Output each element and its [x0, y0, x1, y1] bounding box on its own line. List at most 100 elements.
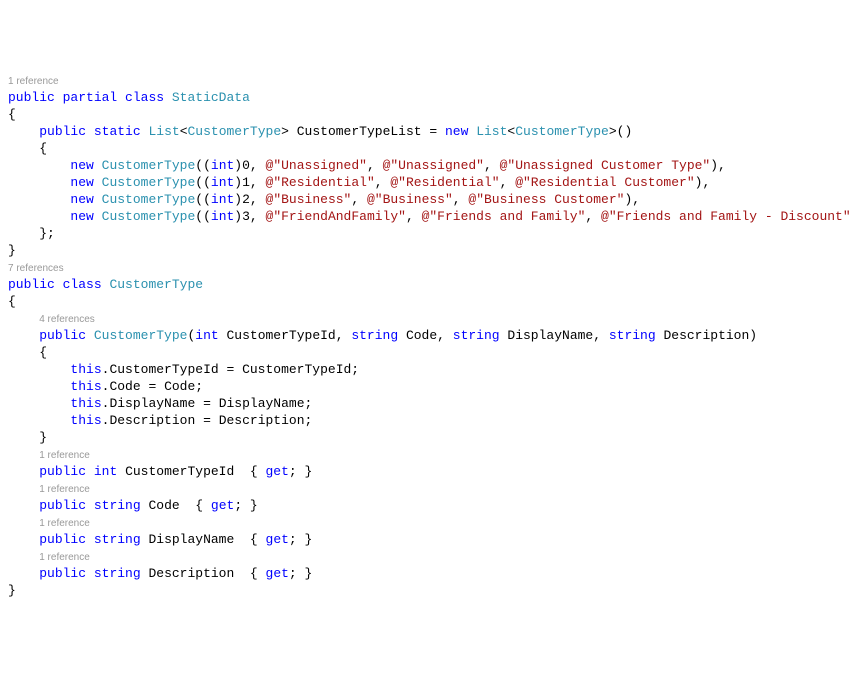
keyword-new: new: [70, 192, 93, 207]
get-close: ; }: [289, 532, 312, 547]
keyword-public: public: [8, 277, 55, 292]
paren-close: ): [624, 124, 632, 139]
type-customertype: CustomerType: [102, 158, 196, 173]
num-3: 3: [242, 209, 250, 224]
param-code: Code: [164, 379, 195, 394]
comma: ,: [367, 158, 383, 173]
comma: ,: [250, 175, 266, 190]
keyword-public: public: [39, 532, 86, 547]
angle-gt: >: [281, 124, 289, 139]
prop-display: DisplayName: [109, 396, 195, 411]
num-0: 0: [242, 158, 250, 173]
type-customertype: CustomerType: [102, 192, 196, 207]
keyword-this: this: [70, 413, 101, 428]
comma: ,: [351, 192, 367, 207]
get-open: {: [242, 532, 265, 547]
brace-open: {: [39, 345, 47, 360]
keyword-int: int: [211, 175, 234, 190]
keyword-string: string: [609, 328, 656, 343]
paren-open: (: [195, 192, 203, 207]
comma: ,: [500, 175, 516, 190]
paren-close: ): [234, 192, 242, 207]
get-open: {: [242, 464, 265, 479]
brace-open: {: [8, 294, 16, 309]
op-eq: =: [195, 396, 218, 411]
prop-display: DisplayName: [148, 532, 234, 547]
codelens-ref[interactable]: 1 reference: [39, 484, 90, 495]
keyword-public: public: [39, 464, 86, 479]
brace-close: }: [39, 430, 47, 445]
op-eq: =: [141, 379, 164, 394]
keyword-public: public: [39, 566, 86, 581]
comma: ,: [718, 158, 726, 173]
num-2: 2: [242, 192, 250, 207]
brace-close: }: [8, 243, 16, 258]
keyword-static: static: [94, 124, 141, 139]
comma: ,: [632, 192, 640, 207]
codelens-ref[interactable]: 1 reference: [39, 450, 90, 461]
comma: ,: [593, 328, 609, 343]
codelens-ref[interactable]: 1 reference: [8, 76, 59, 87]
keyword-string: string: [94, 532, 141, 547]
keyword-new: new: [70, 209, 93, 224]
keyword-public: public: [39, 328, 86, 343]
type-customertype: CustomerType: [188, 124, 282, 139]
paren-close: ): [749, 328, 757, 343]
num-1: 1: [242, 175, 250, 190]
comma: ,: [375, 175, 391, 190]
comma: ,: [250, 192, 266, 207]
str-faf-desc: @"Friends and Family - Discount": [601, 209, 849, 224]
keyword-class: class: [125, 90, 164, 105]
brace-close: }: [39, 226, 47, 241]
codelens-ref[interactable]: 1 reference: [39, 552, 90, 563]
keyword-this: this: [70, 362, 101, 377]
comma: ,: [453, 192, 469, 207]
code-editor[interactable]: 1 reference public partial class StaticD…: [8, 72, 841, 599]
keyword-new: new: [445, 124, 468, 139]
str-residential-desc: @"Residential Customer": [515, 175, 694, 190]
codelens-ref[interactable]: 7 references: [8, 263, 64, 274]
keyword-get: get: [266, 464, 289, 479]
comma: ,: [406, 209, 422, 224]
str-unassigned: @"Unassigned": [383, 158, 484, 173]
str-business: @"Business": [266, 192, 352, 207]
keyword-string: string: [94, 566, 141, 581]
type-customertype: CustomerType: [102, 175, 196, 190]
str-business: @"Business": [367, 192, 453, 207]
semicolon: ;: [195, 379, 203, 394]
keyword-int: int: [94, 464, 117, 479]
keyword-new: new: [70, 158, 93, 173]
get-close: ; }: [289, 566, 312, 581]
paren-close: ): [234, 175, 242, 190]
type-customertype: CustomerType: [515, 124, 609, 139]
str-unassigned-desc: @"Unassigned Customer Type": [500, 158, 711, 173]
paren-open: (: [195, 209, 203, 224]
param-desc: Description: [663, 328, 749, 343]
keyword-public: public: [39, 124, 86, 139]
param-code: Code: [406, 328, 437, 343]
str-unassigned: @"Unassigned": [266, 158, 367, 173]
paren-open: (: [195, 175, 203, 190]
codelens-ref[interactable]: 1 reference: [39, 518, 90, 529]
ctor-name: CustomerType: [94, 328, 188, 343]
semicolon: ;: [305, 396, 313, 411]
type-list: List: [148, 124, 179, 139]
prop-desc: Description: [148, 566, 234, 581]
param-display: DisplayName: [219, 396, 305, 411]
semicolon: ;: [47, 226, 55, 241]
paren-open: (: [195, 158, 203, 173]
keyword-string: string: [453, 328, 500, 343]
codelens-ref[interactable]: 4 references: [39, 314, 95, 325]
angle-gt: >: [609, 124, 617, 139]
paren-open: (: [203, 175, 211, 190]
type-staticdata: StaticData: [172, 90, 250, 105]
comma: ,: [702, 175, 710, 190]
type-customertype: CustomerType: [109, 277, 203, 292]
keyword-public: public: [8, 90, 55, 105]
param-cti: CustomerTypeId: [227, 328, 336, 343]
comma: ,: [250, 158, 266, 173]
str-faf: @"FriendAndFamily": [266, 209, 406, 224]
angle-lt: <: [180, 124, 188, 139]
semicolon: ;: [305, 413, 313, 428]
op-eq: =: [195, 413, 218, 428]
